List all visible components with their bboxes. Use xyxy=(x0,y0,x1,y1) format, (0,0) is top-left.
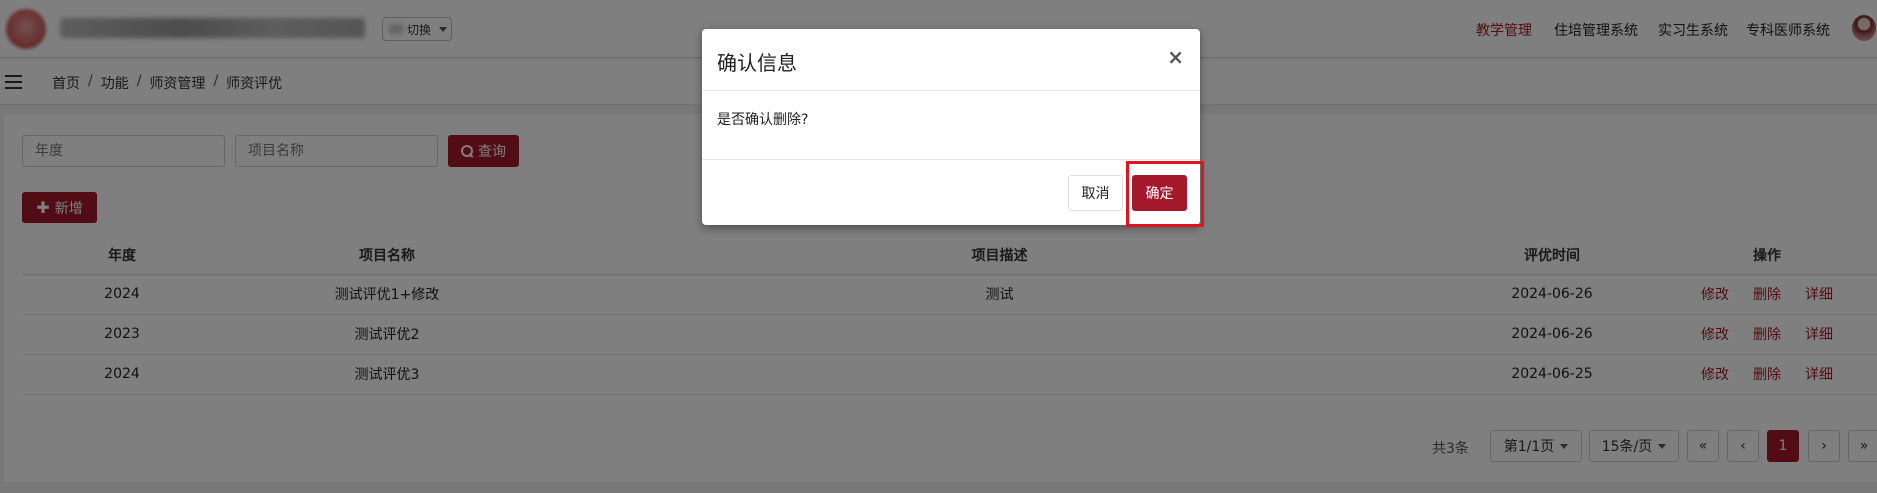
close-icon[interactable]: × xyxy=(1167,45,1184,69)
confirm-dialog: 确认信息 × 是否确认删除? 取消 确定 xyxy=(702,29,1200,225)
confirm-button[interactable]: 确定 xyxy=(1132,175,1187,211)
dialog-header: 确认信息 × xyxy=(702,29,1200,91)
dialog-title: 确认信息 xyxy=(717,51,797,75)
dialog-footer: 取消 确定 xyxy=(702,159,1200,225)
cancel-button[interactable]: 取消 xyxy=(1068,175,1123,211)
dialog-message: 是否确认删除? xyxy=(717,112,809,128)
